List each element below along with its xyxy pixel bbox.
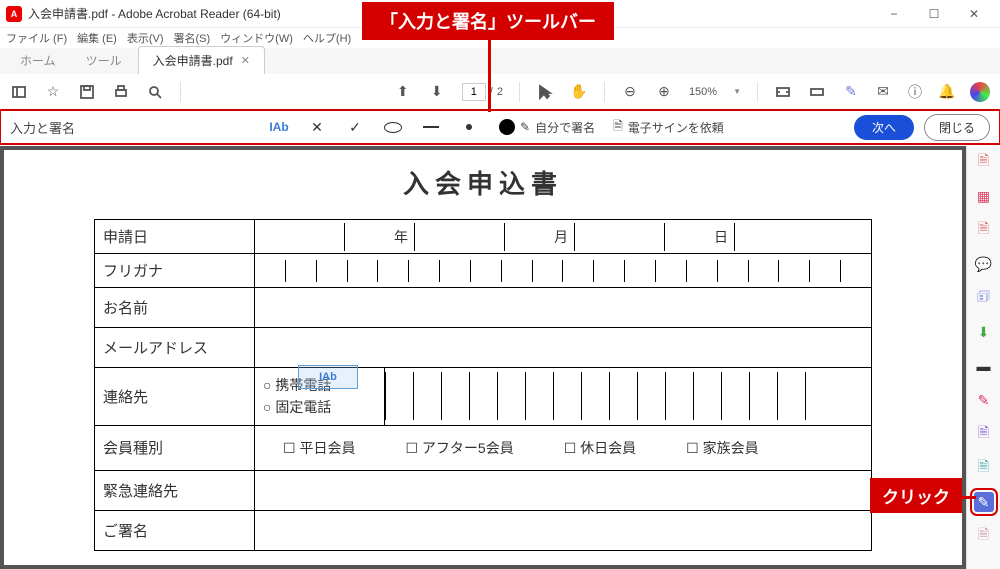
fill-sign-toolbar: 入力と署名 IAb ✕ ✓ ✎ 自分で署名 🗎 電子サインを依頼 次へ 閉じる bbox=[0, 110, 1000, 144]
select-tool-icon[interactable] bbox=[536, 83, 554, 101]
self-sign-button[interactable]: ✎ 自分で署名 bbox=[520, 119, 595, 136]
account-icon[interactable] bbox=[970, 82, 990, 102]
label-month: 月 bbox=[505, 223, 575, 251]
menu-help[interactable]: ヘルプ(H) bbox=[303, 30, 351, 46]
help-icon[interactable]: ⓘ bbox=[906, 83, 924, 101]
tab-home[interactable]: ホーム bbox=[6, 47, 70, 74]
fill-sign-label: 入力と署名 bbox=[10, 118, 75, 137]
tab-document[interactable]: 入会申請書.pdf ✕ bbox=[138, 46, 265, 74]
callout-toolbar-label: 「入力と署名」ツールバー bbox=[362, 2, 614, 40]
zoom-in-icon[interactable]: ⊕ bbox=[655, 83, 673, 101]
maximize-button[interactable]: ☐ bbox=[914, 0, 954, 28]
line-tool[interactable] bbox=[422, 118, 440, 136]
sign-shortcut-icon[interactable]: ✎ bbox=[842, 83, 860, 101]
right-tool-rail: 🗎 ▦ 🗎 💬 🗊 ⬇ ▬ ✎ 🗎 🗎 ✎ 🗎 bbox=[966, 146, 1000, 569]
rail-comment-icon[interactable]: 💬 bbox=[974, 254, 994, 274]
page-down-icon[interactable]: ⬇ bbox=[428, 83, 446, 101]
close-window-button[interactable]: ✕ bbox=[954, 0, 994, 28]
row-emergency: 緊急連絡先 bbox=[95, 470, 255, 510]
rail-redact-icon[interactable]: ▬ bbox=[974, 356, 994, 376]
minimize-button[interactable]: − bbox=[874, 0, 914, 28]
text-insertion-cursor[interactable]: IAb bbox=[298, 365, 358, 389]
rail-edit-pdf-icon[interactable]: 🗎 bbox=[974, 220, 994, 240]
menu-sign[interactable]: 署名(S) bbox=[174, 30, 211, 46]
tab-close-icon[interactable]: ✕ bbox=[241, 54, 250, 67]
self-sign-label: 自分で署名 bbox=[535, 119, 595, 136]
row-contact: 連絡先 bbox=[95, 368, 255, 426]
request-esign-label: 電子サインを依頼 bbox=[628, 119, 724, 136]
zoom-level[interactable]: 150% bbox=[689, 86, 717, 98]
rail-combine-icon[interactable]: ▦ bbox=[974, 186, 994, 206]
application-form-table: 申請日 年 月 日 フリガナ bbox=[94, 219, 872, 551]
row-name: お名前 bbox=[95, 288, 255, 328]
main-toolbar: ☆ ⬆ ⬇ /2 ✋ ⊖ ⊕ 150% ▼ ✎ ✉ ⓘ 🔔 bbox=[0, 74, 1000, 110]
row-member-type: 会員種別 bbox=[95, 425, 255, 470]
next-button[interactable]: 次へ bbox=[854, 115, 914, 140]
rail-more-icon[interactable]: 🗎 bbox=[974, 526, 994, 546]
doc-title: 入会申込書 bbox=[94, 164, 872, 201]
share-icon[interactable]: ✉ bbox=[874, 83, 892, 101]
tab-tools[interactable]: ツール bbox=[72, 47, 136, 74]
rail-fill-sign-icon[interactable]: ✎ bbox=[974, 492, 994, 512]
row-furigana: フリガナ bbox=[95, 254, 255, 288]
opt-weekday: 平日会員 bbox=[299, 440, 355, 456]
request-esign-button[interactable]: 🗎 電子サインを依頼 bbox=[613, 117, 724, 138]
doc-icon: 🗎 bbox=[613, 117, 623, 138]
menu-edit[interactable]: 編集 (E) bbox=[77, 30, 117, 46]
rail-create-pdf-icon[interactable]: 🗎 bbox=[974, 152, 994, 172]
tab-file-label: 入会申請書.pdf bbox=[153, 52, 233, 69]
row-email: メールアドレス bbox=[95, 328, 255, 368]
rail-convert-icon[interactable]: 🗎 bbox=[974, 458, 994, 478]
page-up-icon[interactable]: ⬆ bbox=[394, 83, 412, 101]
save-icon[interactable] bbox=[78, 83, 96, 101]
close-button[interactable]: 閉じる bbox=[924, 114, 990, 141]
callout-click-label: クリック bbox=[870, 478, 962, 513]
opt-holiday: 休日会員 bbox=[580, 440, 636, 456]
check-mark-tool[interactable]: ✓ bbox=[346, 118, 364, 136]
document-page: 入会申込書 IAb 申請日 年 月 日 bbox=[4, 150, 962, 565]
workspace: 入会申込書 IAb 申請日 年 月 日 bbox=[0, 146, 1000, 569]
print-icon[interactable] bbox=[112, 83, 130, 101]
zoom-dropdown-icon[interactable]: ▼ bbox=[733, 87, 741, 96]
opt-landline: 固定電話 bbox=[275, 399, 331, 415]
notification-icon[interactable]: 🔔 bbox=[938, 83, 956, 101]
hand-tool-icon[interactable]: ✋ bbox=[570, 83, 588, 101]
add-text-tool[interactable]: IAb bbox=[270, 118, 288, 136]
app-icon: A bbox=[6, 6, 22, 22]
document-viewport[interactable]: 入会申込書 IAb 申請日 年 月 日 bbox=[0, 146, 966, 569]
x-mark-tool[interactable]: ✕ bbox=[308, 118, 326, 136]
dot-tool[interactable] bbox=[460, 118, 478, 136]
label-day: 日 bbox=[665, 223, 735, 251]
rail-protect-icon[interactable]: ✎ bbox=[974, 390, 994, 410]
page-current-input[interactable] bbox=[462, 83, 486, 101]
filled-dot-tool[interactable] bbox=[498, 118, 516, 136]
rail-export-icon[interactable]: 🗎 bbox=[974, 424, 994, 444]
row-apply-date: 申請日 bbox=[95, 220, 255, 254]
tab-bar: ホーム ツール 入会申請書.pdf ✕ bbox=[0, 48, 1000, 74]
page-total: 2 bbox=[497, 86, 503, 98]
star-icon[interactable]: ☆ bbox=[44, 83, 62, 101]
search-icon[interactable] bbox=[146, 83, 164, 101]
row-signature: ご署名 bbox=[95, 510, 255, 550]
sidebar-toggle-icon[interactable] bbox=[10, 83, 28, 101]
fit-width-icon[interactable] bbox=[774, 83, 792, 101]
rail-organize-icon[interactable]: 🗊 bbox=[974, 288, 994, 308]
pen-icon: ✎ bbox=[520, 120, 530, 134]
menu-view[interactable]: 表示(V) bbox=[127, 30, 164, 46]
zoom-out-icon[interactable]: ⊖ bbox=[621, 83, 639, 101]
page-indicator: /2 bbox=[462, 83, 503, 101]
menu-file[interactable]: ファイル (F) bbox=[6, 30, 67, 46]
opt-family: 家族会員 bbox=[703, 440, 759, 456]
read-mode-icon[interactable] bbox=[808, 83, 826, 101]
circle-tool[interactable] bbox=[384, 118, 402, 136]
opt-after5: アフター5会員 bbox=[422, 440, 514, 456]
menu-window[interactable]: ウィンドウ(W) bbox=[220, 30, 293, 46]
window-title: 入会申請書.pdf - Adobe Acrobat Reader (64-bit… bbox=[28, 5, 281, 22]
rail-compress-icon[interactable]: ⬇ bbox=[974, 322, 994, 342]
label-year: 年 bbox=[345, 223, 415, 251]
